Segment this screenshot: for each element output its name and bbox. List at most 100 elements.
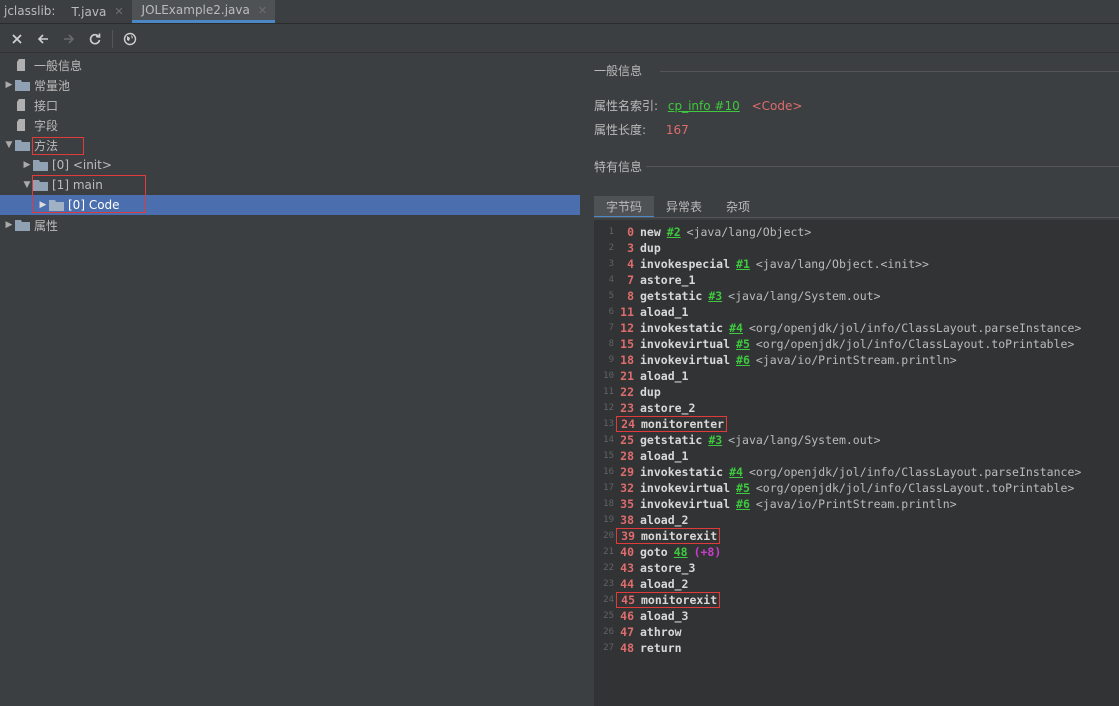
- bytecode-line: 5 8 getstatic #3 <java/lang/System.out>: [594, 288, 881, 304]
- bytecode-line: 22 43 astore_3: [594, 560, 695, 576]
- bytecode-line: 7 12 invokestatic #4 <org/openjdk/jol/info/C…: [594, 320, 1082, 336]
- bytecode-line: 26 47 athrow: [594, 624, 682, 640]
- bytecode-offset: 32: [620, 481, 634, 495]
- bytecode-line: 12 23 astore_2: [594, 400, 695, 416]
- line-number: 7: [608, 323, 614, 333]
- line-number: 21: [603, 547, 614, 557]
- line-number: 2: [608, 243, 614, 253]
- close-icon[interactable]: ✕: [114, 5, 123, 18]
- opcode: aload_1: [640, 449, 689, 463]
- constant-ref-link[interactable]: #3: [708, 289, 722, 303]
- opcode: aload_1: [640, 305, 689, 319]
- opcode: invokespecial: [640, 257, 731, 271]
- tree-item-fields[interactable]: 字段: [0, 115, 580, 135]
- line-number: 14: [603, 435, 614, 445]
- bytecode-offset: 7: [627, 273, 634, 287]
- tree-label: 一般信息: [34, 58, 83, 73]
- opcode: getstatic: [640, 289, 703, 303]
- back-button[interactable]: [30, 27, 56, 51]
- line-number: 6: [608, 307, 614, 317]
- constant-ref-link[interactable]: #4: [729, 321, 743, 335]
- bytecode-offset: 48: [620, 641, 634, 655]
- line-number: 27: [603, 643, 614, 653]
- tree-item-attributes[interactable]: ▶ 属性: [0, 215, 580, 235]
- bytecode-listing[interactable]: 1 0 new #2 <java/lang/Object> 2 3 dup 3 4 invokesp…: [594, 220, 1119, 706]
- toolbar-separator: [112, 29, 113, 48]
- tree-item-method-init[interactable]: ▶ [0] <init>: [0, 155, 580, 175]
- bytecode-line: 25 46 aload_3: [594, 608, 688, 624]
- opcode: astore_1: [640, 273, 696, 287]
- forward-button[interactable]: [56, 27, 82, 51]
- tab-jolexample2-java[interactable]: JOLExample2.java ✕: [131, 0, 276, 23]
- folder-icon: [14, 218, 30, 232]
- cp-info-link[interactable]: cp_info #10: [668, 99, 740, 113]
- opcode: aload_3: [640, 609, 689, 623]
- opcode: invokevirtual: [640, 353, 731, 367]
- constant-ref-link[interactable]: #6: [736, 353, 750, 367]
- bytecode-line: 13 24 monitorenter: [594, 416, 728, 432]
- name-index-label: 属性名索引:: [594, 99, 659, 113]
- tree-item-interfaces[interactable]: 接口: [0, 95, 580, 115]
- constant-ref-link[interactable]: #2: [667, 225, 681, 239]
- line-number: 19: [603, 515, 614, 525]
- bytecode-line: 11 22 dup: [594, 384, 661, 400]
- constant-ref-link[interactable]: #3: [708, 433, 722, 447]
- constant-ref-link[interactable]: #5: [736, 481, 750, 495]
- expand-arrow-icon[interactable]: ▶: [4, 80, 14, 90]
- line-number: 18: [603, 499, 614, 509]
- bytecode-line: 19 38 aload_2: [594, 512, 688, 528]
- tree-item-general-info[interactable]: 一般信息: [0, 55, 580, 75]
- section-divider: [646, 166, 1119, 167]
- tab-misc[interactable]: 杂项: [714, 196, 762, 218]
- close-button[interactable]: [4, 27, 30, 51]
- tab-t-java[interactable]: T.java ✕: [61, 0, 131, 23]
- line-number: 22: [603, 563, 614, 573]
- close-icon: [12, 33, 22, 44]
- opcode: monitorexit: [641, 529, 718, 543]
- expand-arrow-icon[interactable]: ▶: [22, 160, 32, 170]
- bytecode-line: 1 0 new #2 <java/lang/Object>: [594, 224, 812, 240]
- collapse-arrow-icon[interactable]: ▼: [22, 180, 32, 190]
- constant-comment: <java/lang/System.out>: [728, 289, 881, 303]
- browser-icon: [123, 32, 137, 45]
- line-number: 8: [608, 339, 614, 349]
- bytecode-offset: 12: [620, 321, 634, 335]
- tree-item-methods[interactable]: ▼ 方法: [0, 135, 580, 155]
- line-number: 12: [603, 403, 614, 413]
- tab-prefix: jclasslib:: [4, 4, 56, 18]
- opcode: athrow: [640, 625, 682, 639]
- refresh-icon: [89, 33, 101, 44]
- constant-ref-link[interactable]: #6: [736, 497, 750, 511]
- tree-label: [0] <init>: [52, 158, 112, 172]
- bytecode-line: 2 3 dup: [594, 240, 661, 256]
- highlight-box-methods: [32, 137, 84, 155]
- class-structure-tree: 一般信息 ▶ 常量池 接口 字段 ▼ 方法 ▶ [0] <init> ▼ [1]…: [0, 54, 580, 706]
- close-icon[interactable]: ✕: [258, 4, 267, 17]
- constant-comment: <org/openjdk/jol/info/ClassLayout.parseI…: [748, 465, 1082, 479]
- refresh-button[interactable]: [82, 27, 108, 51]
- constant-ref-link[interactable]: #1: [736, 257, 750, 271]
- opcode: return: [640, 641, 682, 655]
- name-index-row: 属性名索引: cp_info #10 <Code>: [594, 97, 802, 114]
- detail-panel: 一般信息 属性名索引: cp_info #10 <Code> 属性长度: 167…: [580, 54, 1119, 706]
- tree-item-constant-pool[interactable]: ▶ 常量池: [0, 75, 580, 95]
- bytecode-line: 10 21 aload_1: [594, 368, 688, 384]
- highlight-box-monitor: 39 monitorexit: [616, 528, 721, 544]
- line-number: 16: [603, 467, 614, 477]
- constant-comment: <org/openjdk/jol/info/ClassLayout.toPrin…: [755, 337, 1075, 351]
- opcode: invokevirtual: [640, 337, 731, 351]
- expand-arrow-icon[interactable]: ▶: [4, 220, 14, 230]
- line-number: 24: [603, 595, 614, 605]
- browser-button[interactable]: [117, 27, 143, 51]
- constant-ref-link[interactable]: #5: [736, 337, 750, 351]
- tab-divider: [594, 217, 1119, 218]
- collapse-arrow-icon[interactable]: ▼: [4, 140, 14, 150]
- constant-ref-link[interactable]: 48: [674, 545, 688, 559]
- tab-exception-table[interactable]: 异常表: [654, 196, 714, 218]
- constant-ref-link[interactable]: #4: [729, 465, 743, 479]
- bytecode-offset: 25: [620, 433, 634, 447]
- folder-icon: [32, 158, 48, 172]
- bytecode-offset: 22: [620, 385, 634, 399]
- tab-bytecode[interactable]: 字节码: [594, 196, 655, 218]
- bytecode-offset: 4: [627, 257, 634, 271]
